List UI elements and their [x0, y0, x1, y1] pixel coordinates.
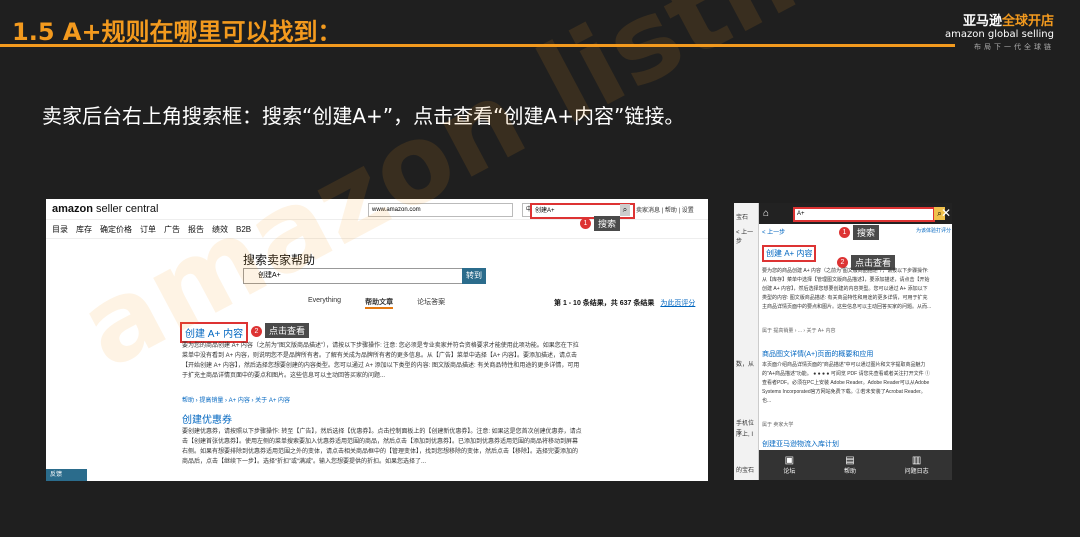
tab-help-articles[interactable]: 帮助文章 [365, 297, 394, 309]
result-breadcrumb: 属于 卖家大学 [762, 422, 794, 428]
result-snippet: 要创建优惠券，请按照以下步骤操作: 转至【广告】，然后选择【优惠券】。点击控制面… [182, 429, 582, 465]
help-go-button[interactable]: 转到 [462, 268, 486, 284]
logo-text-cn: 亚马逊 [962, 14, 1002, 29]
help-icon: ▤ [845, 455, 855, 466]
step-badge-1: 1 [839, 227, 850, 238]
panel-search-input[interactable]: A+ [793, 207, 935, 222]
title-underline [0, 44, 955, 47]
result-snippet: 要为您的商品创建 A+ 内容（之前为"图文版商品描述"），请按以下步骤操作: 注… [182, 343, 580, 379]
close-icon[interactable]: ✕ [941, 206, 951, 220]
strip-text: 宝石 [736, 215, 749, 221]
help-panel-screenshot: 宝石 < 上一步 数，从 手机位于 序上, I 的宝石 ⌂ A+ ⌕ ✕ 1 搜… [734, 203, 952, 480]
logo-text-en: amazon global selling [945, 29, 1054, 40]
result-breadcrumb: 属于 提高销量 › ... › 关于 A+ 内容 [762, 328, 836, 334]
result-link-aplus-overview[interactable]: 商品图文详情(A+)页面的概要和应用 [762, 349, 873, 359]
tab-forum-answers[interactable]: 论坛答案 [417, 297, 445, 309]
background-page-strip: 宝石 < 上一步 数，从 手机位于 序上, I 的宝石 [734, 203, 758, 480]
panel-header: ⌂ A+ ⌕ ✕ [759, 203, 952, 224]
strip-text: 的宝石 [736, 468, 755, 474]
result-snippet: 要为您的商品创建 A+ 内容（之前为"图文版商品描述"），请按以下步骤操作: 从… [762, 268, 932, 310]
logo-tagline: 布局下一代全球链 [974, 43, 1054, 51]
nav-item[interactable]: 目录 [52, 224, 68, 235]
search-icon[interactable]: ⌕ [620, 204, 630, 216]
result-tabs: Everything 帮助文章 论坛答案 [308, 297, 445, 309]
annotation-click-view: 点击查看 [265, 323, 310, 338]
slide-title: 1.5 A+规则在哪里可以找到： [12, 18, 342, 46]
feedback-button[interactable]: 反馈 [46, 469, 87, 481]
nav-item[interactable]: 库存 [76, 224, 92, 235]
header-links[interactable]: 卖家消息 | 帮助 | 设置 [636, 205, 694, 214]
result-snippet: 本页面介绍商品详情页面的"商品描述"中可以通过图片和文字提取商品魅力的"A+商品… [762, 362, 931, 404]
result-link-create-coupon[interactable]: 创建优惠券 [182, 411, 232, 426]
nav-item[interactable]: 确定价格 [100, 224, 132, 235]
step-badge-1: 1 [580, 218, 591, 229]
amazon-global-selling-logo: 亚马逊全球开店 amazon global selling 布局下一代全球链 [945, 10, 1054, 52]
results-count: 第 1 - 10 条结果，共 637 条结果 [554, 300, 655, 307]
rate-experience-link[interactable]: 为该体验打评分 [916, 227, 951, 234]
strip-text: 数，从 [736, 362, 755, 368]
home-icon[interactable]: ⌂ [763, 208, 769, 219]
help-side-panel: ⌂ A+ ⌕ ✕ 1 搜索 < 上一步 为该体验打评分 创建 A+ 内容 2 点… [758, 203, 952, 480]
logo-text-cn-accent: 全球开店 [1001, 14, 1054, 29]
step-badge-2: 2 [251, 326, 262, 337]
forum-icon: ▣ [784, 455, 795, 466]
seller-central-logo[interactable]: amazon seller central [52, 203, 158, 215]
footer-help[interactable]: ▤ 帮助 [844, 455, 856, 475]
footer-issue-log[interactable]: ▥ 问题日志 [905, 455, 929, 475]
result-link-fba-inbound[interactable]: 创建亚马逊物流入库计划 [762, 439, 839, 449]
annotation-search: 搜索 [594, 216, 621, 231]
strip-text: 序上, I [736, 432, 754, 438]
panel-footer: ▣ 论坛 ▤ 帮助 ▥ 问题日志 [759, 450, 952, 480]
result-link-create-aplus[interactable]: 创建 A+ 内容 [762, 245, 817, 262]
log-icon: ▥ [911, 455, 922, 466]
strip-text: < 上一步 [736, 230, 754, 245]
annotation-search: 搜索 [853, 225, 880, 240]
back-link[interactable]: < 上一步 [762, 227, 785, 236]
results-summary: 第 1 - 10 条结果，共 637 条结果 为此页评分 [554, 298, 695, 308]
rate-page-link[interactable]: 为此页评分 [660, 300, 695, 307]
tab-everything[interactable]: Everything [308, 297, 341, 309]
result-breadcrumb[interactable]: 帮助 › 提高销量 › A+ 内容 › 关于 A+ 内容 [182, 395, 290, 404]
footer-forum[interactable]: ▣ 论坛 [783, 455, 795, 475]
